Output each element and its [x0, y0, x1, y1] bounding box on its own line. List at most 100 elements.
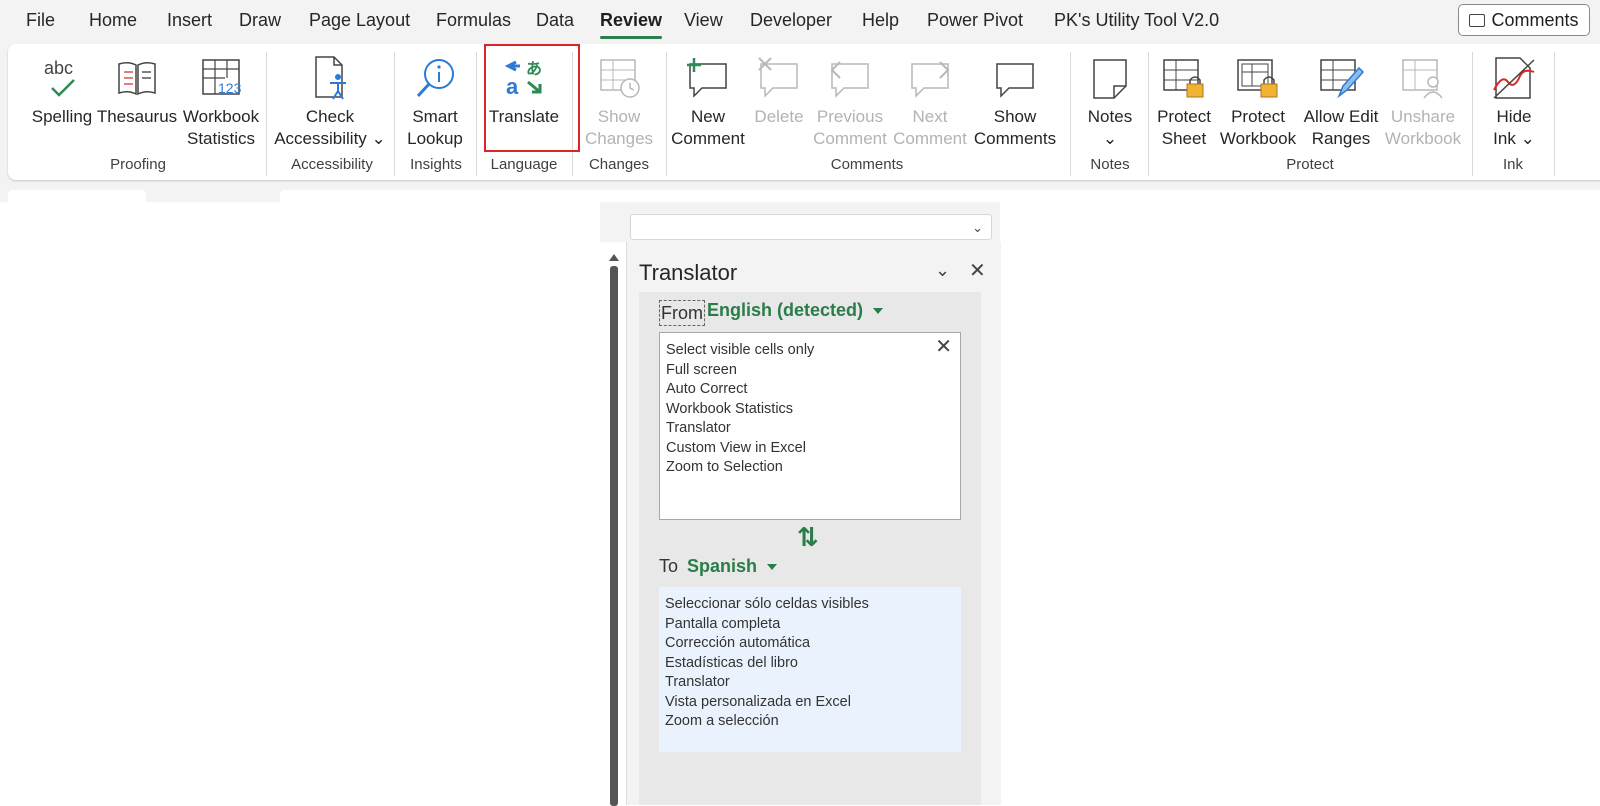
tab-home[interactable]: Home: [89, 10, 137, 31]
scrollbar[interactable]: [608, 254, 620, 806]
source-line: Auto Correct: [666, 381, 748, 397]
clear-text-icon[interactable]: ✕: [935, 337, 952, 357]
translated-line: Seleccionar sólo celdas visibles: [665, 596, 869, 612]
svg-text:あ: あ: [526, 59, 542, 78]
spelling-button[interactable]: abc Spelling: [26, 50, 98, 128]
translated-line: Estadísticas del libro: [665, 654, 798, 671]
workbook-statistics-button[interactable]: 123 Workbook Statistics: [174, 50, 268, 150]
workbook-statistics-icon: 123: [199, 50, 243, 106]
hide-ink-label: Hide Ink ⌄: [1493, 107, 1535, 148]
protect-sheet-button[interactable]: Protect Sheet: [1150, 50, 1218, 150]
tab-help[interactable]: Help: [862, 10, 899, 31]
unshare-workbook-label: Unshare Workbook: [1384, 107, 1462, 148]
next-comment-label: Next Comment: [893, 107, 967, 148]
smart-lookup-label: Smart Lookup: [407, 107, 463, 148]
tab-view[interactable]: View: [684, 10, 723, 31]
delete-comment-label: Delete: [754, 107, 804, 126]
notes-button[interactable]: Notes ⌄: [1072, 50, 1148, 150]
scroll-up-icon[interactable]: [609, 254, 619, 261]
tab-pk-utility-tool[interactable]: PK's Utility Tool V2.0: [1054, 10, 1219, 31]
allow-edit-ranges-button[interactable]: Allow Edit Ranges: [1300, 50, 1382, 150]
spelling-icon: abc: [42, 50, 82, 106]
translated-text-box: Seleccionar sólo celdas visibles Pantall…: [659, 587, 961, 752]
tab-review[interactable]: Review: [600, 10, 663, 39]
show-comments-button[interactable]: Show Comments: [970, 50, 1060, 150]
group-separator: [1554, 52, 1555, 176]
translator-pane-wrapper: ⌄ Translator ⌄ ✕ From English (detected)…: [600, 202, 1001, 806]
delete-comment-button[interactable]: Delete: [748, 50, 810, 128]
show-comments-label: Show Comments: [973, 107, 1057, 148]
translate-button[interactable]: a あ Translate: [482, 50, 566, 128]
to-language-dropdown[interactable]: Spanish: [687, 556, 778, 577]
tab-formulas[interactable]: Formulas: [436, 10, 511, 31]
menu-bar: File Home Insert Draw Page Layout Formul…: [0, 0, 1600, 42]
check-accessibility-icon: [308, 50, 352, 106]
ribbon-area: File Home Insert Draw Page Layout Formul…: [0, 0, 1600, 204]
allow-edit-ranges-label: Allow Edit Ranges: [1303, 107, 1379, 148]
new-comment-icon: [684, 50, 732, 106]
group-label-notes: Notes: [1090, 156, 1130, 173]
protect-workbook-button[interactable]: Protect Workbook: [1214, 50, 1302, 150]
allow-edit-ranges-icon: [1317, 50, 1365, 106]
group-label-ink: Ink: [1502, 156, 1523, 173]
ribbon-panel: abc Spelling Thesaurus 123 Workbook Stat…: [8, 44, 1600, 180]
caret-down-icon: [873, 308, 884, 315]
next-comment-icon: [906, 50, 954, 106]
svg-text:a: a: [506, 74, 519, 99]
new-comment-label: New Comment: [671, 107, 745, 148]
workbook-statistics-icon-text: 123: [218, 80, 242, 96]
thesaurus-icon: [115, 50, 159, 106]
tab-power-pivot[interactable]: Power Pivot: [927, 10, 1023, 31]
thesaurus-button[interactable]: Thesaurus: [92, 50, 182, 128]
source-line: Custom View in Excel: [666, 439, 806, 456]
group-label-changes: Changes: [588, 156, 650, 173]
name-box[interactable]: [8, 190, 146, 204]
translated-line: Corrección automática: [665, 635, 811, 651]
to-language-value: Spanish: [687, 556, 758, 576]
show-changes-button[interactable]: Show Changes: [578, 50, 660, 150]
source-text-box[interactable]: ✕ Select visible cells only Full screen …: [659, 332, 961, 520]
scroll-thumb[interactable]: [610, 266, 618, 806]
collapse-icon[interactable]: ⌄: [935, 260, 950, 281]
group-label-comments: Comments: [830, 156, 904, 173]
group-label-proofing: Proofing: [110, 156, 166, 173]
tab-draw[interactable]: Draw: [239, 10, 281, 31]
translated-text: Seleccionar sólo celdas visibles Pantall…: [665, 595, 869, 732]
translated-line: Translator: [665, 674, 730, 690]
swap-icon[interactable]: ⇅: [797, 522, 819, 553]
top-dropdown[interactable]: ⌄: [630, 214, 992, 240]
tab-data[interactable]: Data: [536, 10, 574, 31]
spelling-icon-text: abc: [44, 58, 73, 78]
hide-ink-button[interactable]: Hide Ink ⌄: [1476, 50, 1552, 150]
close-icon[interactable]: ✕: [969, 258, 986, 283]
previous-comment-button[interactable]: Previous Comment: [808, 50, 892, 150]
translate-label: Translate: [488, 107, 560, 126]
source-line: Full screen: [666, 361, 737, 378]
caret-down-icon: [767, 564, 778, 571]
smart-lookup-button[interactable]: Smart Lookup: [400, 50, 470, 150]
new-comment-button[interactable]: New Comment: [668, 50, 748, 150]
tab-page-layout[interactable]: Page Layout: [309, 10, 410, 31]
tab-developer[interactable]: Developer: [750, 10, 832, 31]
tab-file[interactable]: File: [26, 10, 55, 31]
from-language-dropdown[interactable]: English (detected): [707, 300, 884, 321]
group-label-protect: Protect: [1286, 156, 1334, 173]
comments-button[interactable]: Comments: [1458, 4, 1590, 36]
pane-title: Translator: [639, 260, 738, 285]
check-accessibility-label: Check Accessibility ⌄: [274, 107, 386, 148]
group-separator: [266, 52, 267, 176]
tab-insert[interactable]: Insert: [167, 10, 212, 31]
group-label-insights: Insights: [410, 156, 462, 173]
unshare-workbook-icon: [1399, 50, 1447, 106]
translator-body: From English (detected) ✕ Select visible…: [639, 292, 981, 805]
group-label-language: Language: [490, 156, 558, 173]
translate-icon: a あ: [502, 50, 546, 106]
translated-line: Pantalla completa: [665, 615, 781, 632]
check-accessibility-button[interactable]: Check Accessibility ⌄: [274, 50, 386, 150]
chevron-down-icon: ⌄: [972, 220, 983, 235]
unshare-workbook-button[interactable]: Unshare Workbook: [1384, 50, 1462, 150]
next-comment-button[interactable]: Next Comment: [888, 50, 972, 150]
protect-sheet-icon: [1160, 50, 1208, 106]
notes-icon: [1088, 50, 1132, 106]
source-line: Workbook Statistics: [666, 400, 794, 417]
